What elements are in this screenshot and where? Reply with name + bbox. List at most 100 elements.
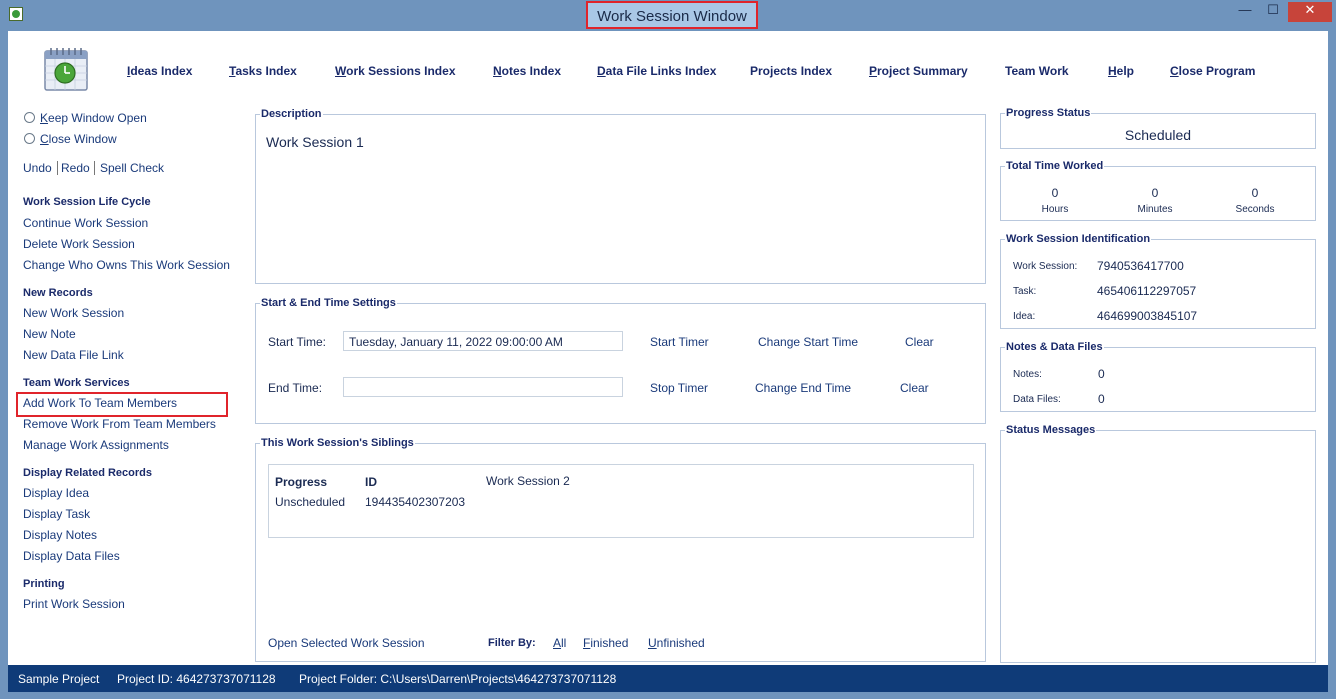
- keep-window-open-label[interactable]: Keep Window Open: [40, 111, 147, 125]
- title-bar[interactable]: Work Session Window — ☐ ✕: [0, 0, 1336, 31]
- description-group: Description Work Session 1: [255, 108, 986, 284]
- start-time-label: Start Time:: [268, 335, 327, 349]
- keep-window-open-radio[interactable]: [24, 112, 35, 123]
- minimize-button[interactable]: —: [1232, 2, 1258, 22]
- manage-work-assignments-link[interactable]: Manage Work Assignments: [23, 438, 169, 452]
- start-end-time-label: Start & End Time Settings: [260, 297, 397, 309]
- nav-project-summary[interactable]: Project Summary: [869, 64, 968, 78]
- display-task-link[interactable]: Display Task: [23, 507, 90, 521]
- add-work-to-team-members-link[interactable]: Add Work To Team Members: [23, 396, 177, 410]
- status-project-id: Project ID: 464273737071128: [117, 672, 276, 686]
- nav-ideas-index[interactable]: Ideas Index: [127, 64, 192, 78]
- minutes-label: Minutes: [1137, 204, 1173, 215]
- clear-end-link[interactable]: Clear: [900, 381, 929, 395]
- hours-label: Hours: [1041, 204, 1069, 215]
- change-end-time-link[interactable]: Change End Time: [755, 381, 851, 395]
- ws-id-value: 7940536417700: [1097, 259, 1184, 273]
- divider: [57, 161, 58, 175]
- redo-link[interactable]: Redo: [61, 161, 90, 175]
- printing-heading: Printing: [23, 578, 65, 590]
- nav-team-work[interactable]: Team Work: [1005, 64, 1069, 78]
- identification-label: Work Session Identification: [1005, 233, 1152, 245]
- change-owner-link[interactable]: Change Who Owns This Work Session: [23, 258, 230, 272]
- data-files-count-value: 0: [1098, 392, 1105, 406]
- stop-timer-link[interactable]: Stop Timer: [650, 381, 708, 395]
- seconds-label: Seconds: [1235, 204, 1275, 215]
- progress-status-label: Progress Status: [1005, 107, 1092, 119]
- description-text[interactable]: Work Session 1: [266, 134, 364, 150]
- identification-group: Work Session Identification Work Session…: [1000, 233, 1316, 329]
- spell-check-link[interactable]: Spell Check: [100, 161, 164, 175]
- nav-close-program[interactable]: Close Program: [1170, 64, 1255, 78]
- print-work-session-link[interactable]: Print Work Session: [23, 597, 125, 611]
- total-time-label: Total Time Worked: [1005, 160, 1105, 172]
- task-id-value: 465406112297057: [1097, 284, 1197, 298]
- team-work-services-heading: Team Work Services: [23, 377, 130, 389]
- divider: [94, 161, 95, 175]
- nav-projects-index[interactable]: Projects Index: [750, 64, 832, 78]
- start-time-field[interactable]: Tuesday, January 11, 2022 09:00:00 AM: [343, 331, 623, 351]
- description-label: Description: [260, 108, 323, 120]
- maximize-button[interactable]: ☐: [1260, 2, 1286, 22]
- client-area: Ideas Index Tasks Index Work Sessions In…: [8, 31, 1328, 665]
- remove-work-from-team-members-link[interactable]: Remove Work From Team Members: [23, 417, 216, 431]
- ws-id-label: Work Session:: [1013, 261, 1078, 272]
- display-related-records-heading: Display Related Records: [23, 467, 152, 479]
- row-progress[interactable]: Unscheduled: [275, 495, 345, 509]
- delete-work-session-link[interactable]: Delete Work Session: [23, 237, 135, 251]
- hours-value: 0: [1051, 186, 1059, 200]
- end-time-label: End Time:: [268, 381, 323, 395]
- siblings-group: This Work Session's Siblings Progress ID…: [255, 437, 986, 662]
- window-title-highlight: Work Session Window: [586, 1, 758, 29]
- display-data-files-link[interactable]: Display Data Files: [23, 549, 120, 563]
- start-end-time-group: Start & End Time Settings Start Time: Tu…: [255, 297, 986, 424]
- app-icon[interactable]: [9, 7, 23, 21]
- display-idea-link[interactable]: Display Idea: [23, 486, 89, 500]
- lifecycle-heading: Work Session Life Cycle: [23, 196, 151, 208]
- close-window-radio[interactable]: [24, 133, 35, 144]
- end-time-field[interactable]: [343, 377, 623, 397]
- work-session-window: Work Session Window — ☐ ✕ Ideas Index Ta…: [0, 0, 1336, 699]
- idea-id-value: 464699003845107: [1097, 309, 1198, 323]
- new-records-heading: New Records: [23, 287, 93, 299]
- nav-work-sessions-index[interactable]: Work Sessions Index: [335, 64, 456, 78]
- continue-work-session-link[interactable]: Continue Work Session: [23, 216, 148, 230]
- status-messages-group: Status Messages: [1000, 424, 1316, 663]
- minutes-value: 0: [1151, 186, 1159, 200]
- row-id[interactable]: 194435402307203: [365, 495, 465, 509]
- notes-files-label: Notes & Data Files: [1005, 341, 1104, 353]
- col-progress-header: Progress: [275, 475, 328, 489]
- close-window-button[interactable]: ✕: [1288, 2, 1332, 22]
- undo-link[interactable]: Undo: [23, 161, 52, 175]
- nav-notes-index[interactable]: Notes Index: [493, 64, 561, 78]
- total-time-group: Total Time Worked 0 Hours 0 Minutes 0 Se…: [1000, 160, 1316, 221]
- siblings-list[interactable]: Progress ID Work Session 2 Unscheduled 1…: [268, 464, 974, 538]
- nav-help[interactable]: Help: [1108, 64, 1134, 78]
- status-bar: Sample Project Project ID: 4642737370711…: [8, 665, 1328, 692]
- data-files-count-label: Data Files:: [1013, 394, 1061, 405]
- status-messages-label: Status Messages: [1005, 424, 1097, 436]
- notes-count-value: 0: [1098, 367, 1105, 381]
- new-note-link[interactable]: New Note: [23, 327, 76, 341]
- change-start-time-link[interactable]: Change Start Time: [758, 335, 858, 349]
- filter-unfinished-link[interactable]: Unfinished: [648, 636, 705, 650]
- progress-status-value: Scheduled: [1124, 127, 1192, 143]
- nav-data-file-links-index[interactable]: Data File Links Index: [597, 64, 716, 78]
- seconds-value: 0: [1251, 186, 1259, 200]
- task-id-label: Task:: [1013, 286, 1037, 297]
- close-window-label[interactable]: Close Window: [40, 132, 117, 146]
- filter-finished-link[interactable]: Finished: [583, 636, 628, 650]
- start-time-value: Tuesday, January 11, 2022 09:00:00 AM: [349, 335, 563, 349]
- display-notes-link[interactable]: Display Notes: [23, 528, 97, 542]
- filter-all-link[interactable]: All: [553, 636, 566, 650]
- col-name-header: Work Session 2: [486, 474, 570, 488]
- new-work-session-link[interactable]: New Work Session: [23, 306, 124, 320]
- notes-count-label: Notes:: [1013, 369, 1042, 380]
- clear-start-link[interactable]: Clear: [905, 335, 934, 349]
- nav-tasks-index[interactable]: Tasks Index: [229, 64, 297, 78]
- open-selected-work-session-link[interactable]: Open Selected Work Session: [268, 636, 425, 650]
- status-project-name: Sample Project: [18, 672, 100, 686]
- calendar-clock-icon: [44, 48, 88, 91]
- new-data-file-link-link[interactable]: New Data File Link: [23, 348, 124, 362]
- start-timer-link[interactable]: Start Timer: [650, 335, 709, 349]
